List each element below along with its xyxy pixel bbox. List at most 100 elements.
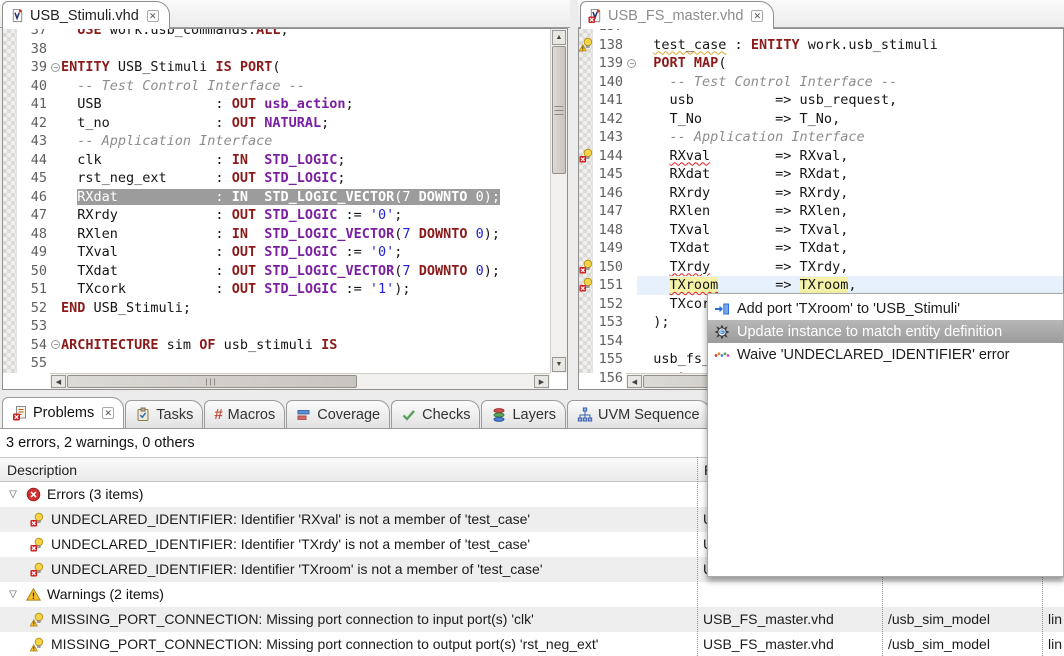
- code-line[interactable]: 147 RXlen => RXlen,: [579, 202, 1063, 221]
- line-number[interactable]: 44: [17, 151, 50, 170]
- line-number[interactable]: 37: [17, 28, 50, 40]
- close-icon[interactable]: ✕: [102, 407, 114, 419]
- code-line[interactable]: 150 TXrdy => TXrdy,: [579, 258, 1063, 277]
- line-number[interactable]: 150: [593, 258, 626, 277]
- line-number[interactable]: 42: [17, 114, 50, 133]
- code-line[interactable]: 45 rst_neg_ext : OUT STD_LOGIC;: [3, 169, 550, 188]
- line-number[interactable]: 151: [593, 276, 626, 295]
- line-number[interactable]: 45: [17, 169, 50, 188]
- code-text[interactable]: RXlen : IN STD_LOGIC_VECTOR(7 DOWNTO 0);: [61, 225, 550, 244]
- code-line[interactable]: 145 RXdat => RXdat,: [579, 165, 1063, 184]
- line-number[interactable]: 138: [593, 36, 626, 55]
- code-line[interactable]: 141 usb => usb_request,: [579, 91, 1063, 110]
- quickfix-item[interactable]: Add port 'TXroom' to 'USB_Stimuli': [708, 297, 1063, 320]
- horizontal-scrollbar[interactable]: ◀ ▶: [50, 373, 550, 389]
- code-text[interactable]: TXval => TXval,: [637, 221, 1063, 240]
- code-line[interactable]: 146 RXrdy => RXrdy,: [579, 184, 1063, 203]
- code-line[interactable]: 38: [3, 40, 550, 59]
- code-line[interactable]: 47 RXrdy : OUT STD_LOGIC := '0';: [3, 206, 550, 225]
- code-text[interactable]: [61, 354, 550, 373]
- code-line[interactable]: 49 TXval : OUT STD_LOGIC := '0';: [3, 243, 550, 262]
- fold-collapse-icon[interactable]: [50, 336, 61, 355]
- scrollbar-thumb[interactable]: [67, 375, 357, 388]
- line-number[interactable]: 40: [17, 77, 50, 96]
- code-text[interactable]: -- Application Interface: [61, 132, 550, 151]
- code-line[interactable]: 37 USE work.usb_commands.ALL;: [3, 28, 550, 40]
- line-number[interactable]: 55: [17, 354, 50, 373]
- line-number[interactable]: 155: [593, 350, 626, 369]
- line-number[interactable]: 141: [593, 91, 626, 110]
- code-line[interactable]: 41 USB : OUT usb_action;: [3, 95, 550, 114]
- quickfix-item[interactable]: EUpdate instance to match entity definit…: [708, 320, 1063, 343]
- code-line[interactable]: 139 PORT MAP(: [579, 54, 1063, 73]
- problems-item-row[interactable]: MISSING_PORT_CONNECTION: Missing port co…: [0, 632, 1064, 656]
- quickfix-item[interactable]: Waive 'UNDECLARED_IDENTIFIER' error: [708, 343, 1063, 366]
- code-line[interactable]: 140 -- Test Control Interface --: [579, 73, 1063, 92]
- view-tab-coverage[interactable]: Coverage: [286, 400, 390, 428]
- code-text[interactable]: usb => usb_request,: [637, 91, 1063, 110]
- line-number[interactable]: 139: [593, 54, 626, 73]
- line-number[interactable]: 46: [17, 188, 50, 207]
- scroll-left-icon[interactable]: ◀: [627, 375, 642, 388]
- code-text[interactable]: RXdat => RXdat,: [637, 165, 1063, 184]
- scroll-down-icon[interactable]: ▼: [552, 357, 566, 372]
- view-tab-macros[interactable]: #Macros: [204, 400, 285, 428]
- line-number[interactable]: 142: [593, 110, 626, 129]
- code-text[interactable]: ARCHITECTURE sim OF usb_stimuli IS: [61, 336, 550, 355]
- code-text[interactable]: test_case : ENTITY work.usb_stimuli: [637, 36, 1063, 55]
- line-number[interactable]: 50: [17, 262, 50, 281]
- code-line[interactable]: 148 TXval => TXval,: [579, 221, 1063, 240]
- close-icon[interactable]: ✕: [751, 10, 763, 22]
- scrollbar-thumb[interactable]: [552, 46, 566, 174]
- code-line[interactable]: 138 test_case : ENTITY work.usb_stimuli: [579, 36, 1063, 55]
- code-text[interactable]: TXval : OUT STD_LOGIC := '0';: [61, 243, 550, 262]
- line-number[interactable]: 52: [17, 299, 50, 318]
- twisty-open-icon[interactable]: ▽: [6, 482, 20, 507]
- code-line[interactable]: 43 -- Application Interface: [3, 132, 550, 151]
- line-number[interactable]: 144: [593, 147, 626, 166]
- code-line[interactable]: 44 clk : IN STD_LOGIC;: [3, 151, 550, 170]
- code-text[interactable]: TXrdy => TXrdy,: [637, 258, 1063, 277]
- line-number[interactable]: 51: [17, 280, 50, 299]
- code-line[interactable]: 40 -- Test Control Interface --: [3, 77, 550, 96]
- view-tab-problems[interactable]: Problems✕: [2, 397, 124, 428]
- code-text[interactable]: T_No => T_No,: [637, 110, 1063, 129]
- code-text[interactable]: [61, 317, 550, 336]
- line-number[interactable]: 152: [593, 295, 626, 314]
- line-number[interactable]: 149: [593, 239, 626, 258]
- code-line[interactable]: 42 t_no : OUT NATURAL;: [3, 114, 550, 133]
- line-number[interactable]: 53: [17, 317, 50, 336]
- code-text[interactable]: TXdat : OUT STD_LOGIC_VECTOR(7 DOWNTO 0)…: [61, 262, 550, 281]
- line-number[interactable]: 140: [593, 73, 626, 92]
- line-number[interactable]: 146: [593, 184, 626, 203]
- line-number[interactable]: 143: [593, 128, 626, 147]
- code-text[interactable]: -- Test Control Interface --: [637, 73, 1063, 92]
- code-text[interactable]: TXcork : OUT STD_LOGIC := '1');: [61, 280, 550, 299]
- view-tab-checks[interactable]: Checks: [391, 400, 480, 428]
- line-number[interactable]: 54: [17, 336, 50, 355]
- line-number[interactable]: 38: [17, 40, 50, 59]
- close-icon[interactable]: ✕: [147, 10, 159, 22]
- line-number[interactable]: 47: [17, 206, 50, 225]
- column-description[interactable]: Description: [0, 458, 697, 481]
- code-text[interactable]: -- Application Interface: [637, 128, 1063, 147]
- line-number[interactable]: 41: [17, 95, 50, 114]
- tab-usb-fs-master[interactable]: USB_FS_master.vhd ✕: [580, 1, 774, 29]
- code-text[interactable]: TXdat => TXdat,: [637, 239, 1063, 258]
- code-text[interactable]: USB : OUT usb_action;: [61, 95, 550, 114]
- code-line[interactable]: 39ENTITY USB_Stimuli IS PORT(: [3, 58, 550, 77]
- line-number[interactable]: 154: [593, 332, 626, 351]
- code-text[interactable]: RXrdy => RXrdy,: [637, 184, 1063, 203]
- line-number[interactable]: 147: [593, 202, 626, 221]
- left-editor[interactable]: 37 USE work.usb_commands.ALL;3839ENTITY …: [2, 28, 568, 390]
- code-text[interactable]: RXval => RXval,: [637, 147, 1063, 166]
- tab-usb-stimuli[interactable]: USB_Stimuli.vhd ✕: [2, 1, 170, 29]
- scroll-left-icon[interactable]: ◀: [51, 375, 66, 388]
- code-text[interactable]: ENTITY USB_Stimuli IS PORT(: [61, 58, 550, 77]
- pane-sash[interactable]: [570, 0, 578, 390]
- fold-collapse-icon[interactable]: [626, 54, 637, 73]
- code-line[interactable]: 54 ARCHITECTURE sim OF usb_stimuli IS: [3, 336, 550, 355]
- view-tab-tasks[interactable]: Tasks: [125, 400, 203, 428]
- line-number[interactable]: 156: [593, 369, 626, 388]
- code-text[interactable]: -- Test Control Interface --: [61, 77, 550, 96]
